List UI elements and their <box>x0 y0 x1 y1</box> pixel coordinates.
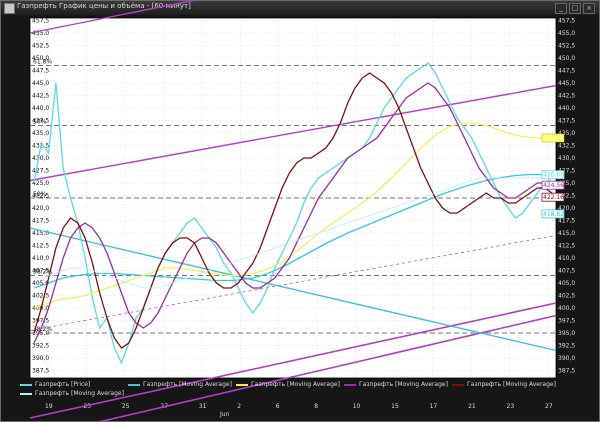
x-tick-label: 10 <box>353 403 361 410</box>
y-tick-label-right: 442,5 <box>558 93 575 100</box>
chart-legend: Газпрефть [Price] Газпрефть [Moving Avera… <box>20 381 580 397</box>
fib-level-label: 50% <box>33 119 47 126</box>
y-tick-label-left: 410,0 <box>32 255 49 262</box>
y-tick-label-right: 452,5 <box>558 43 575 50</box>
y-tick-label-left: 435,0 <box>32 130 49 137</box>
y-tick-label-left: 445,0 <box>32 80 49 87</box>
y-tick-label-left: 392,5 <box>32 343 49 350</box>
legend-item: Газпрефть [Moving Average] <box>128 381 232 388</box>
legend-item: Газпрефть [Moving Average] <box>344 381 448 388</box>
x-tick-label: 19 <box>45 403 53 410</box>
y-tick-label-right: 405,0 <box>558 280 575 287</box>
legend-swatch <box>236 383 248 386</box>
y-tick-label-right: 430,0 <box>558 155 575 162</box>
legend-item: Газпрефть [Moving Average] <box>20 390 124 397</box>
y-tick-label-left: 430,0 <box>32 155 49 162</box>
y-tick-label-left: 457,5 <box>32 18 49 25</box>
price-chart[interactable]: 387,5 387,5390,0 390,0392,5 392,5395,0 395,0… <box>0 0 600 422</box>
x-tick-label: 25 <box>122 403 130 410</box>
y-tick-label-left: 427,5 <box>32 168 49 175</box>
price-tag-label: 422.16 <box>543 194 564 201</box>
x-tick-label: 31 <box>199 403 207 410</box>
legend-swatch <box>452 383 464 386</box>
legend-item: Газпрефть [Moving Average] <box>236 381 340 388</box>
ma-level-box <box>541 133 565 143</box>
price-tag-label: 418.82 <box>543 211 564 218</box>
fib-level-label: 50% <box>33 191 47 198</box>
legend-label: Газпрефть [Moving Average] <box>359 381 448 388</box>
legend-label: Газпрефть [Moving Average] <box>35 390 124 397</box>
y-tick-label-right: 410,0 <box>558 255 575 262</box>
fib-level-label: 61.8% <box>33 59 52 66</box>
legend-item: Газпрефть [Price] <box>20 381 90 388</box>
y-tick-label-right: 407,5 <box>558 268 575 275</box>
y-tick-label-right: 412,5 <box>558 243 575 250</box>
x-tick-label: 23 <box>507 403 515 410</box>
y-tick-label-right: 447,5 <box>558 68 575 75</box>
y-tick-label-right: 392,5 <box>558 343 575 350</box>
price-tag-label: 426.66 <box>543 172 564 179</box>
price-tag-label: 424.56 <box>543 182 564 189</box>
legend-swatch <box>344 383 356 386</box>
y-tick-label-right: 457,5 <box>558 18 575 25</box>
y-tick-label-right: 415,0 <box>558 230 575 237</box>
y-tick-label-left: 390,0 <box>32 355 49 362</box>
y-tick-label-left: 420,0 <box>32 205 49 212</box>
y-tick-label-left: 412,5 <box>32 243 49 250</box>
y-tick-label-right: 437,5 <box>558 118 575 125</box>
y-tick-label-left: 417,5 <box>32 218 49 225</box>
x-tick-label: 21 <box>468 403 476 410</box>
y-tick-label-right: 432,5 <box>558 143 575 150</box>
x-tick-label: 27 <box>545 403 553 410</box>
y-tick-label-left: 397,5 <box>32 318 49 325</box>
x-tick-label: 8 <box>314 403 318 410</box>
legend-label: Газпрефть [Moving Average] <box>467 381 556 388</box>
y-tick-label-left: 387,5 <box>32 368 49 375</box>
y-tick-label-right: 387,5 <box>558 368 575 375</box>
y-tick-label-right: 390,0 <box>558 355 575 362</box>
legend-swatch <box>20 383 32 386</box>
y-tick-label-left: 442,5 <box>32 93 49 100</box>
y-tick-label-right: 455,0 <box>558 30 575 37</box>
y-tick-label-left: 402,5 <box>32 293 49 300</box>
x-tick-label: 15 <box>391 403 399 410</box>
y-tick-label-right: 440,0 <box>558 105 575 112</box>
x-tick-label: 2 <box>237 403 241 410</box>
y-tick-label-right: 395,0 <box>558 330 575 337</box>
y-tick-label-left: 447,5 <box>32 68 49 75</box>
y-tick-label-right: 417,5 <box>558 218 575 225</box>
legend-label: Газпрефть [Moving Average] <box>143 381 232 388</box>
y-tick-label-right: 397,5 <box>558 318 575 325</box>
x-tick-label: 17 <box>430 403 438 410</box>
y-tick-label-right: 402,5 <box>558 293 575 300</box>
y-tick-label-right: 400,0 <box>558 305 575 312</box>
y-tick-label-right: 445,0 <box>558 80 575 87</box>
y-tick-label-left: 440,0 <box>32 105 49 112</box>
legend-label: Газпрефть [Price] <box>35 381 91 388</box>
x-sublabel: Jun <box>219 411 230 418</box>
legend-swatch <box>128 383 140 386</box>
legend-swatch <box>20 392 32 395</box>
y-tick-label-left: 452,5 <box>32 43 49 50</box>
x-tick-label: 6 <box>276 403 280 410</box>
legend-item: Газпрефть [Moving Average] <box>452 381 556 388</box>
y-tick-label-right: 450,0 <box>558 55 575 62</box>
legend-label: Газпрефть [Moving Average] <box>251 381 340 388</box>
